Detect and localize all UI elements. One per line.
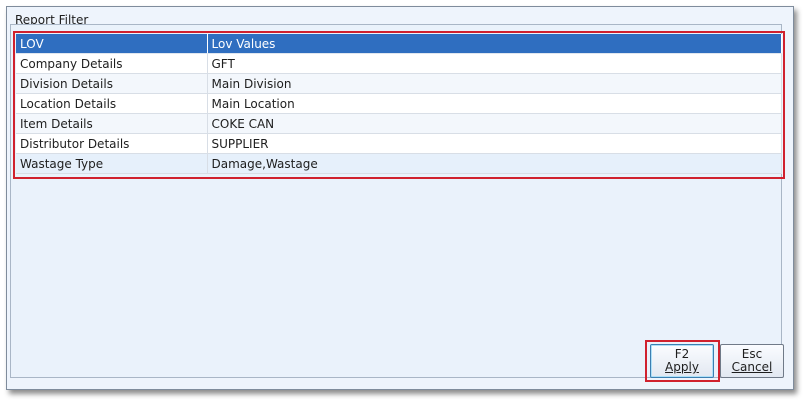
grid-highlight-box — [13, 31, 785, 179]
cancel-button[interactable]: Esc Cancel — [720, 344, 784, 378]
cancel-label: Cancel — [731, 360, 773, 374]
apply-highlight-box — [645, 340, 720, 382]
